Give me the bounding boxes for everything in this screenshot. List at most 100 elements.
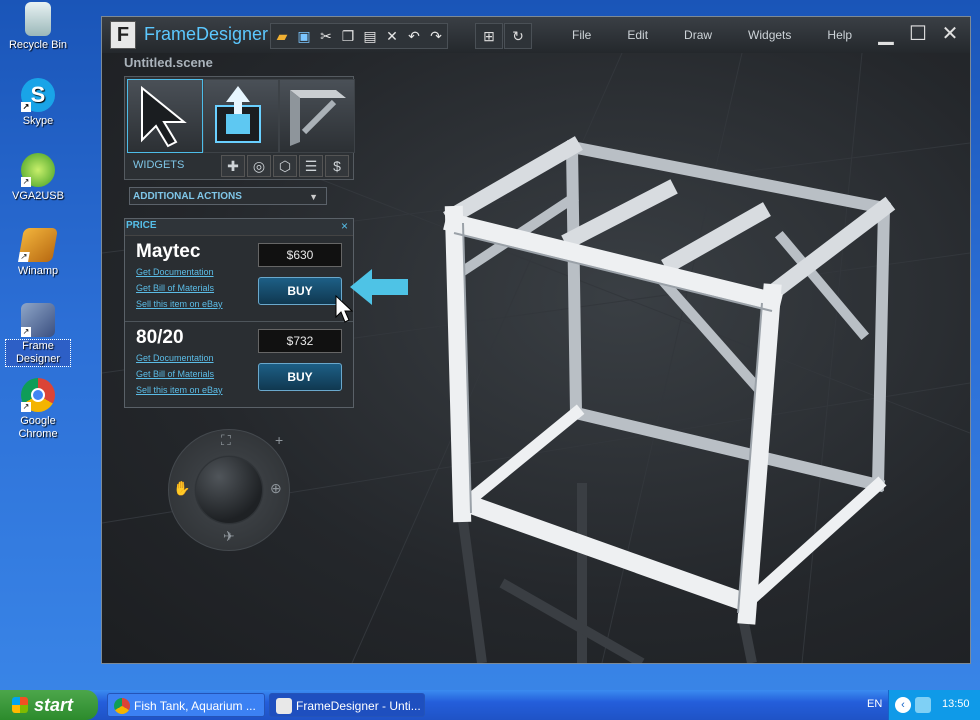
close-icon[interactable]: ×	[341, 219, 348, 233]
framedesigner-window: F FrameDesigner ▰ ▣ ✂ ❐ ▤ ✕ ↶ ↷ ⊞ ↻ File…	[101, 16, 971, 664]
taskbar-item-chrome[interactable]: Fish Tank, Aquarium ...	[107, 693, 265, 717]
frame-designer-icon	[276, 698, 292, 714]
shortcut-arrow-icon: ↗	[21, 102, 31, 112]
sell-on-ebay-link[interactable]: Sell this item on eBay	[136, 385, 223, 395]
minimize-icon[interactable]: ▁	[874, 22, 898, 46]
maximize-icon[interactable]: ☐	[906, 22, 930, 46]
frame-profile-icon	[290, 90, 346, 146]
menu-help[interactable]: Help	[827, 28, 852, 42]
price-panel-header: PRICE ×	[125, 219, 353, 236]
system-tray: ‹ 13:50	[888, 690, 980, 720]
buy-button[interactable]: BUY	[258, 277, 342, 305]
desktop-icon-skype[interactable]: S ↗ Skype	[6, 78, 70, 128]
paste-icon[interactable]: ▤	[359, 24, 381, 48]
recycle-bin-icon	[25, 2, 51, 36]
skype-icon: S ↗	[21, 78, 55, 112]
vga2usb-icon: ↗	[21, 153, 55, 187]
add-icon[interactable]: ✚	[221, 155, 245, 177]
menu-edit[interactable]: Edit	[627, 28, 648, 42]
get-documentation-link[interactable]: Get Documentation	[136, 267, 214, 277]
frame-designer-icon: ↗	[21, 303, 55, 337]
vendor-name: Maytec	[136, 241, 201, 262]
copy-icon[interactable]: ❐	[337, 24, 359, 48]
desktop-icon-frame-designer[interactable]: ↗ Frame Designer	[5, 303, 71, 367]
widgets-palette: WIDGETS ✚ ◎ ⬡ ☰ $	[124, 76, 355, 180]
desktop-icon-winamp[interactable]: ↗ Winamp	[6, 228, 70, 278]
expand-icon[interactable]: +	[275, 432, 283, 448]
desktop-icon-recycle-bin[interactable]: Recycle Bin	[6, 2, 70, 52]
undo-icon[interactable]: ↶	[403, 24, 425, 48]
shortcut-arrow-icon: ↗	[18, 252, 30, 262]
start-button[interactable]: start	[0, 690, 98, 720]
fly-icon[interactable]: ✈	[223, 528, 235, 545]
dollar-icon[interactable]: $	[325, 155, 349, 177]
desktop-icon-vga2usb[interactable]: ↗ VGA2USB	[6, 153, 70, 203]
get-bill-of-materials-link[interactable]: Get Bill of Materials	[136, 283, 214, 293]
zoom-icon[interactable]: ⊕	[270, 480, 282, 497]
chrome-icon	[114, 698, 130, 714]
windows-logo-icon	[12, 697, 28, 713]
close-window-icon[interactable]: ✕	[938, 22, 962, 46]
vendor-divider	[125, 321, 353, 322]
vendor-8020: 80/20 Get Documentation Get Bill of Mate…	[125, 323, 353, 407]
language-indicator[interactable]: EN	[867, 698, 882, 710]
scene-name: Untitled.scene	[124, 55, 213, 70]
vendor-maytec: Maytec Get Documentation Get Bill of Mat…	[125, 237, 353, 321]
zoom-extents-icon[interactable]: ⛶	[221, 432, 231, 449]
frame-profile-tool[interactable]	[279, 79, 355, 153]
extrude-tool[interactable]	[203, 79, 279, 153]
main-toolbar: ▰ ▣ ✂ ❐ ▤ ✕ ↶ ↷	[270, 23, 448, 49]
open-folder-icon[interactable]: ▰	[271, 24, 293, 48]
save-icon[interactable]: ▣	[293, 24, 315, 48]
cube-icon[interactable]: ⬡	[273, 155, 297, 177]
menu-bar: File Edit Draw Widgets Help	[572, 28, 888, 42]
navigation-widget[interactable]: ⛶ ✋ ⊕ ✈ +	[168, 429, 290, 551]
rotate-view-icon[interactable]: ↻	[504, 23, 532, 49]
get-documentation-link[interactable]: Get Documentation	[136, 353, 214, 363]
shortcut-arrow-icon: ↗	[21, 327, 31, 337]
orbit-ball[interactable]	[196, 457, 262, 523]
pan-hand-icon[interactable]: ✋	[173, 480, 190, 497]
pointer-arrow-icon	[350, 269, 408, 305]
target-icon[interactable]: ◎	[247, 155, 271, 177]
chevron-down-icon: ▼	[309, 192, 318, 202]
menu-widgets[interactable]: Widgets	[748, 28, 791, 42]
select-arrow-tool[interactable]	[127, 79, 203, 153]
title-bar: F FrameDesigner ▰ ▣ ✂ ❐ ▤ ✕ ↶ ↷ ⊞ ↻ File…	[102, 17, 970, 53]
get-bill-of-materials-link[interactable]: Get Bill of Materials	[136, 369, 214, 379]
desktop-icon-google-chrome[interactable]: ↗ Google Chrome	[6, 378, 70, 441]
palette-label: WIDGETS	[133, 159, 185, 171]
winamp-icon: ↗	[18, 228, 58, 262]
taskbar-item-framedesigner[interactable]: FrameDesigner - Unti...	[269, 693, 425, 717]
desktop-icon-label: Frame Designer	[5, 339, 71, 367]
list-icon[interactable]: ☰	[299, 155, 323, 177]
price-panel: PRICE × Maytec Get Documentation Get Bil…	[124, 218, 354, 408]
desktop-icon-label: Recycle Bin	[8, 39, 68, 51]
desktop-icon-label: Google Chrome	[18, 415, 58, 440]
delete-icon[interactable]: ✕	[381, 24, 403, 48]
select-arrow-icon	[141, 85, 187, 148]
app-logo: F	[110, 21, 136, 49]
menu-draw[interactable]: Draw	[684, 28, 712, 42]
sell-on-ebay-link[interactable]: Sell this item on eBay	[136, 299, 223, 309]
vendor-name: 80/20	[136, 327, 184, 348]
price-panel-title: PRICE	[126, 220, 157, 231]
start-label: start	[34, 695, 74, 715]
mouse-cursor-icon	[335, 295, 354, 323]
taskbar: start Fish Tank, Aquarium ... FrameDesig…	[0, 690, 980, 720]
buy-button[interactable]: BUY	[258, 363, 342, 391]
shortcut-arrow-icon: ↗	[21, 402, 31, 412]
menu-file[interactable]: File	[572, 28, 591, 42]
network-icon[interactable]	[915, 697, 931, 713]
tray-expand-icon[interactable]: ‹	[895, 697, 911, 713]
cut-icon[interactable]: ✂	[315, 24, 337, 48]
app-title: FrameDesigner	[144, 24, 269, 44]
additional-actions-dropdown[interactable]: ADDITIONAL ACTIONS ▼	[129, 187, 327, 205]
taskbar-item-label: Fish Tank, Aquarium ...	[134, 699, 256, 713]
redo-icon[interactable]: ↷	[425, 24, 447, 48]
desktop-icon-label: Winamp	[17, 265, 59, 277]
vendor-price: $630	[258, 243, 342, 267]
additional-actions-label: ADDITIONAL ACTIONS	[133, 191, 242, 202]
grid-view-icon[interactable]: ⊞	[475, 23, 503, 49]
taskbar-item-label: FrameDesigner - Unti...	[296, 699, 421, 713]
